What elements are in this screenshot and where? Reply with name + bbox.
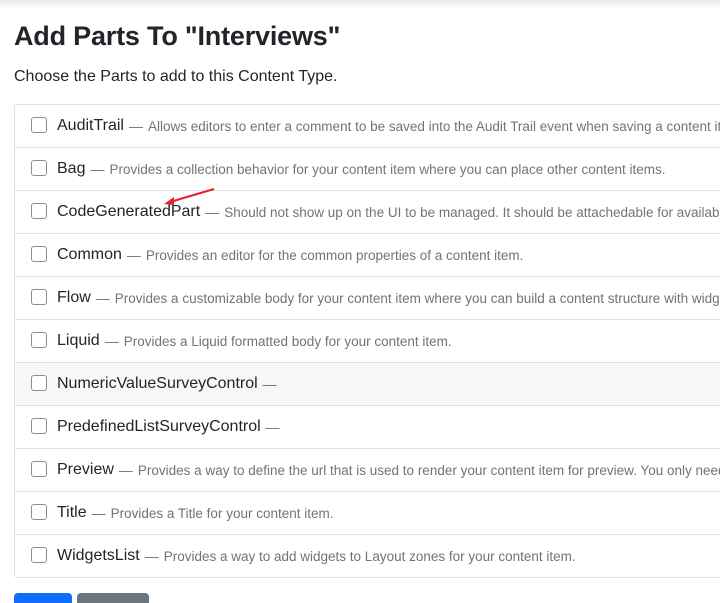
part-row-predefinedlistsurveycontrol[interactable]: PredefinedListSurveyControl — [15, 405, 720, 448]
part-name[interactable]: AuditTrail [57, 117, 124, 135]
part-row-liquid[interactable]: Liquid — Provides a Liquid formatted bod… [15, 319, 720, 362]
part-checkbox[interactable] [31, 418, 47, 434]
separator: — [205, 204, 220, 220]
part-description: Provides a Title for your content item. [110, 505, 334, 521]
separator: — [265, 419, 280, 435]
part-checkbox[interactable] [31, 289, 47, 305]
part-description: Provides a customizable body for your co… [114, 290, 720, 306]
part-description: Provides an editor for the common proper… [145, 247, 524, 263]
part-checkbox[interactable] [31, 332, 47, 348]
part-name[interactable]: NumericValueSurveyControl [57, 375, 258, 393]
part-row-title[interactable]: Title — Provides a Title for your conten… [15, 491, 720, 534]
part-description: Allows editors to enter a comment to be … [147, 118, 720, 134]
part-name[interactable]: PredefinedListSurveyControl [57, 418, 261, 436]
part-checkbox[interactable] [31, 203, 47, 219]
separator: — [95, 290, 110, 306]
page-title: Add Parts To "Interviews" [14, 21, 341, 51]
separator: — [118, 462, 133, 478]
part-checkbox[interactable] [31, 160, 47, 176]
page-subtitle: Choose the Parts to add to this Content … [14, 68, 338, 85]
part-name[interactable]: Liquid [57, 332, 100, 350]
part-description: Provides a way to add widgets to Layout … [163, 548, 576, 564]
part-checkbox[interactable] [31, 246, 47, 262]
part-name[interactable]: WidgetsList [57, 547, 140, 565]
separator: — [90, 161, 105, 177]
separator: — [126, 247, 141, 263]
part-checkbox[interactable] [31, 375, 47, 391]
part-row-preview[interactable]: Preview — Provides a way to define the u… [15, 448, 720, 491]
separator: — [262, 376, 277, 392]
part-row-bag[interactable]: Bag — Provides a collection behavior for… [15, 147, 720, 190]
top-bar-shadow [0, 0, 720, 10]
separator: — [104, 333, 119, 349]
part-name[interactable]: Bag [57, 160, 85, 178]
part-name[interactable]: Flow [57, 289, 91, 307]
separator: — [128, 118, 143, 134]
part-description: Provides a collection behavior for your … [109, 161, 666, 177]
save-button[interactable] [14, 593, 72, 603]
part-checkbox[interactable] [31, 547, 47, 563]
part-description: Should not show up on the UI to be manag… [224, 204, 720, 220]
part-row-codegeneratedpart[interactable]: CodeGeneratedPart — Should not show up o… [15, 190, 720, 233]
separator: — [144, 548, 159, 564]
part-name[interactable]: Preview [57, 461, 114, 479]
part-row-flow[interactable]: Flow — Provides a customizable body for … [15, 276, 720, 319]
part-row-widgetslist[interactable]: WidgetsList — Provides a way to add widg… [15, 534, 720, 577]
part-row-audittrail[interactable]: AuditTrail — Allows editors to enter a c… [15, 105, 720, 147]
part-description: Provides a way to define the url that is… [137, 462, 720, 478]
part-checkbox[interactable] [31, 461, 47, 477]
part-description: Provides a Liquid formatted body for you… [123, 333, 452, 349]
part-checkbox[interactable] [31, 117, 47, 133]
parts-list: AuditTrail — Allows editors to enter a c… [14, 104, 720, 578]
part-name[interactable]: Title [57, 504, 87, 522]
part-row-numericvaluesurveycontrol[interactable]: NumericValueSurveyControl — [15, 362, 720, 405]
part-row-common[interactable]: Common — Provides an editor for the comm… [15, 233, 720, 276]
cancel-button[interactable] [77, 593, 149, 603]
part-name[interactable]: Common [57, 246, 122, 264]
part-name[interactable]: CodeGeneratedPart [57, 203, 200, 221]
part-checkbox[interactable] [31, 504, 47, 520]
separator: — [91, 505, 106, 521]
